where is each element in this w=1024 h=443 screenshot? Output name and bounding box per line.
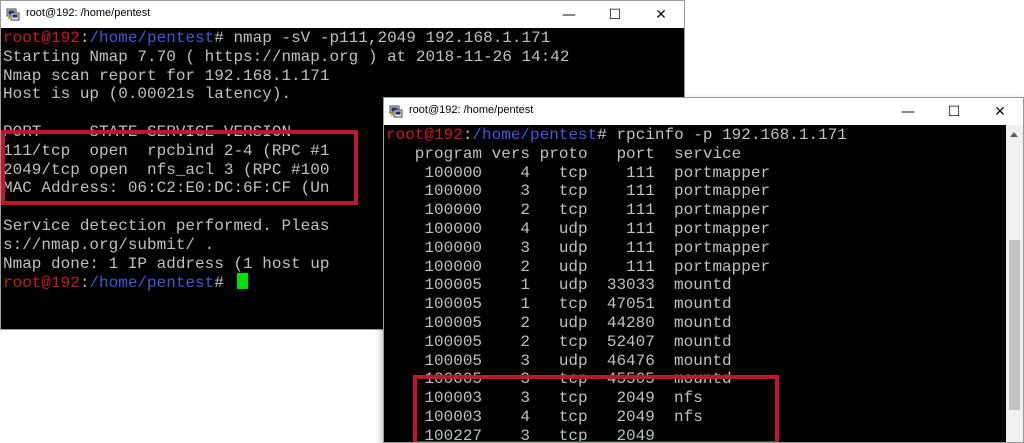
highlight-box-nfs xyxy=(413,375,779,442)
scroll-up-arrow-icon[interactable] xyxy=(1010,132,1018,137)
output-line: Nmap scan report for 192.168.1.171 xyxy=(3,66,330,85)
prompt-colon: : xyxy=(79,274,90,293)
terminal-window-rpcinfo[interactable]: root@192: /home/pentest — ☐ ✕ root@192:/… xyxy=(383,97,1024,443)
close-button[interactable]: ✕ xyxy=(638,1,684,28)
maximize-button[interactable]: ☐ xyxy=(592,1,638,28)
table-header: program vers proto port service xyxy=(386,144,742,163)
window-title: root@192: /home/pentest xyxy=(26,7,151,19)
title-bar[interactable]: root@192: /home/pentest — ☐ ✕ xyxy=(1,1,684,28)
prompt-suffix: # xyxy=(214,29,234,47)
vertical-scrollbar[interactable] xyxy=(1006,125,1023,442)
prompt-user: root@192 xyxy=(3,29,80,47)
maximize-button[interactable]: ☐ xyxy=(931,98,977,125)
table-row: 100005 1 udp 33033 mountd xyxy=(386,276,732,295)
table-row: 100000 3 udp 111 portmapper xyxy=(386,238,771,257)
window-title: root@192: /home/pentest xyxy=(409,104,534,116)
table-row: 100000 4 udp 111 portmapper xyxy=(386,219,771,238)
terminal-area[interactable]: root@192:/home/pentest# rpcinfo -p 192.1… xyxy=(384,125,1006,442)
title-bar[interactable]: root@192: /home/pentest — ☐ ✕ xyxy=(384,98,1023,125)
prompt-suffix: # xyxy=(597,126,617,144)
table-row: 100005 3 udp 46476 mountd xyxy=(386,351,732,370)
table-row: 100000 3 tcp 111 portmapper xyxy=(386,182,771,201)
putty-terminal-icon xyxy=(6,8,20,21)
highlight-box-ports xyxy=(1,130,358,205)
command-line: root@192:/home/pentest# rpcinfo -p 192.1… xyxy=(386,126,847,145)
putty-terminal-icon xyxy=(389,105,403,118)
output-line: Starting Nmap 7.70 ( https://nmap.org ) … xyxy=(3,47,570,66)
prompt-user: root@192 xyxy=(3,274,80,293)
prompt-path: /home/pentest xyxy=(89,29,215,47)
table-row: 100000 2 udp 111 portmapper xyxy=(386,257,771,276)
command-line: root@192:/home/pentest# nmap -sV -p111,2… xyxy=(3,29,570,48)
minimize-button[interactable]: — xyxy=(885,98,931,125)
prompt-colon: : xyxy=(79,29,90,47)
command-text: nmap -sV -p111,2049 192.168.1.171 xyxy=(233,29,551,47)
table-row: 100000 4 tcp 111 portmapper xyxy=(386,163,771,182)
minimize-button[interactable]: — xyxy=(546,1,592,28)
prompt-colon: : xyxy=(462,126,473,144)
command-text: rpcinfo -p 192.168.1.171 xyxy=(616,126,847,144)
prompt-path: /home/pentest xyxy=(472,126,598,144)
text-cursor xyxy=(237,273,249,290)
table-row: 100000 2 tcp 111 portmapper xyxy=(386,201,771,220)
table-row: 100005 1 tcp 47051 mountd xyxy=(386,295,732,314)
prompt-path: /home/pentest xyxy=(89,274,215,293)
close-button[interactable]: ✕ xyxy=(977,98,1023,125)
scrollbar-thumb[interactable] xyxy=(1009,240,1020,410)
table-row: 100005 2 tcp 52407 mountd xyxy=(386,332,732,351)
table-row: 100005 2 udp 44280 mountd xyxy=(386,313,732,332)
prompt-user: root@192 xyxy=(386,126,463,144)
prompt-suffix: # xyxy=(214,274,234,293)
